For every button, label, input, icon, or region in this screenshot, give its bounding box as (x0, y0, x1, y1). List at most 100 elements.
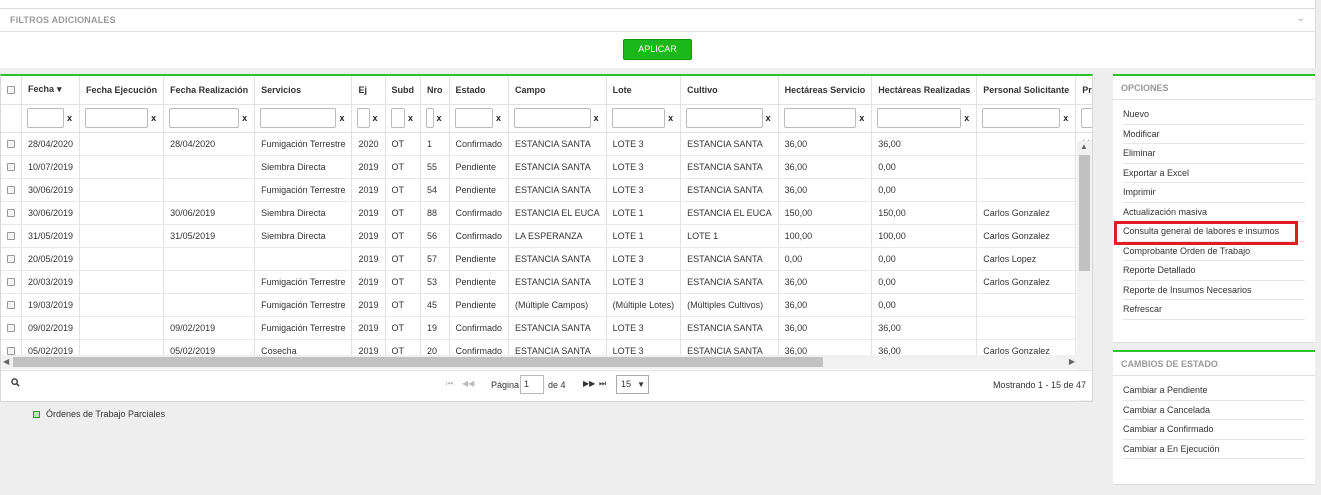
option-item[interactable]: Eliminar (1123, 144, 1305, 164)
scroll-left-icon[interactable]: ◀ (3, 357, 9, 366)
row-checkbox[interactable] (7, 301, 15, 310)
column-header[interactable]: Fecha Realización (163, 76, 256, 105)
column-filter-input[interactable] (686, 108, 763, 128)
clear-filter-icon[interactable]: x (591, 113, 599, 123)
clear-filter-icon[interactable]: x (64, 113, 72, 123)
vertical-scrollbar[interactable]: ▲ ▼ (1077, 141, 1092, 401)
clear-filter-icon[interactable]: x (1060, 113, 1068, 123)
scroll-right-icon[interactable]: ▶ (1069, 357, 1075, 366)
table-row[interactable]: 20/03/2019 Fumigación Terrestre 2019 OT 53 Pe… (1, 270, 1092, 294)
column-header[interactable]: Hectáreas Servicio (778, 76, 873, 105)
table-row[interactable]: 31/05/2019 31/05/2019 Siembra Directa 2019 O… (1, 224, 1092, 248)
option-item[interactable]: Nuevo (1123, 105, 1305, 125)
row-checkbox[interactable] (7, 255, 15, 264)
row-checkbox[interactable] (7, 324, 15, 333)
row-select-cell (1, 293, 22, 317)
clear-filter-icon[interactable]: x (405, 113, 413, 123)
clear-filter-icon[interactable]: x (961, 113, 969, 123)
column-header[interactable]: Prioridad (1075, 76, 1092, 105)
column-header[interactable]: Hectáreas Realizadas (871, 76, 978, 105)
page-size-select[interactable]: 15 ▼ (616, 375, 649, 394)
clear-filter-icon[interactable]: x (493, 113, 501, 123)
last-page-icon[interactable]: ⏭ (599, 379, 606, 389)
column-filter-input[interactable] (260, 108, 337, 128)
clear-filter-icon[interactable]: x (370, 113, 378, 123)
status-change-item[interactable]: Cambiar a Pendiente (1123, 381, 1305, 401)
column-filter-input[interactable] (611, 108, 666, 128)
page-input[interactable]: 1 (520, 375, 544, 394)
column-filter-input[interactable] (1081, 108, 1092, 128)
column-header[interactable]: Cultivo (680, 76, 779, 105)
table-row[interactable]: 30/06/2019 30/06/2019 Siembra Directa 2019 O… (1, 201, 1092, 225)
chevron-down-icon[interactable]: ⌄ (1297, 13, 1305, 24)
column-header[interactable]: Servicios (254, 76, 353, 105)
column-filter-input[interactable] (514, 108, 591, 128)
table-row[interactable]: 28/04/2020 28/04/2020 Fumigación Terrestre… (1, 132, 1092, 156)
clear-filter-icon[interactable]: x (148, 113, 156, 123)
additional-filters-header[interactable]: FILTROS ADICIONALES ⌄ (0, 9, 1315, 32)
column-filter-input[interactable] (85, 108, 149, 128)
row-checkbox[interactable] (7, 186, 15, 195)
next-page-icon[interactable]: ▶▶ (583, 379, 595, 388)
column-filter-input[interactable] (426, 108, 434, 128)
table-row[interactable]: 20/05/2019 2019 OT 57 Pendiente ESTANCIA SANT… (1, 247, 1092, 271)
column-header[interactable]: Campo (508, 76, 607, 105)
legend: Órdenes de Trabajo Parciales (33, 409, 165, 419)
clear-filter-icon[interactable]: x (856, 113, 864, 123)
status-change-item[interactable]: Cambiar a En Ejecución (1123, 440, 1305, 459)
select-all-header[interactable] (1, 76, 22, 105)
first-page-icon[interactable]: ⏮ (446, 379, 453, 389)
row-checkbox[interactable] (7, 232, 15, 241)
column-header[interactable]: Nro (420, 76, 450, 105)
clear-filter-icon[interactable]: x (665, 113, 673, 123)
select-all-checkbox[interactable] (7, 86, 15, 95)
column-header[interactable]: Ej (351, 76, 386, 105)
sort-icon[interactable]: ▾ (57, 84, 62, 94)
prev-page-icon[interactable]: ◀◀ (462, 379, 474, 388)
vertical-scroll-thumb[interactable] (1079, 155, 1090, 271)
row-checkbox[interactable] (7, 278, 15, 287)
option-item[interactable]: Refrescar (1123, 300, 1305, 320)
row-checkbox[interactable] (7, 347, 15, 356)
status-change-item[interactable]: Cambiar a Cancelada (1123, 401, 1305, 420)
clear-filter-icon[interactable]: x (336, 113, 344, 123)
column-header[interactable]: Subd (385, 76, 422, 105)
table-row[interactable]: 10/07/2019 Siembra Directa 2019 OT 55 Pendien… (1, 155, 1092, 179)
option-item[interactable]: Modificar (1123, 125, 1305, 144)
column-filter-input[interactable] (982, 108, 1061, 128)
row-checkbox[interactable] (7, 209, 15, 218)
column-filter-input[interactable] (27, 108, 65, 128)
horizontal-scrollbar[interactable]: ◀ ▶ (1, 355, 1077, 369)
table-row[interactable]: 30/06/2019 Fumigación Terrestre 2019 OT 54 Pe… (1, 178, 1092, 202)
table-row[interactable]: 09/02/2019 09/02/2019 Fumigación Terrestre… (1, 316, 1092, 340)
clear-filter-icon[interactable]: x (763, 113, 771, 123)
search-icon[interactable] (11, 378, 20, 390)
row-checkbox[interactable] (7, 140, 15, 149)
option-item[interactable]: Reporte de Insumos Necesarios (1123, 281, 1305, 300)
status-change-item[interactable]: Cambiar a Confirmado (1123, 420, 1305, 440)
column-filter-input[interactable] (390, 108, 406, 128)
option-item[interactable]: Exportar a Excel (1123, 164, 1305, 183)
column-filter-input[interactable] (783, 108, 857, 128)
column-filter-input[interactable] (877, 108, 962, 128)
column-header[interactable]: Fecha Ejecución (79, 76, 165, 105)
column-filter-input[interactable] (454, 108, 494, 128)
column-header[interactable]: Personal Solicitante (976, 76, 1077, 105)
option-item[interactable]: Imprimir (1123, 183, 1305, 203)
apply-button[interactable]: APLICAR (623, 39, 692, 60)
row-checkbox[interactable] (7, 163, 15, 172)
column-filter-input[interactable] (169, 108, 240, 128)
column-header[interactable]: Estado (449, 76, 510, 105)
option-item[interactable]: Reporte Detallado (1123, 261, 1305, 281)
table-cell: ESTANCIA SANTA (508, 270, 607, 294)
scroll-up-icon[interactable]: ▲ (1080, 142, 1088, 151)
table-row[interactable]: 19/03/2019 Fumigación Terrestre 2019 OT 45 Pe… (1, 293, 1092, 317)
clear-filter-icon[interactable]: x (239, 113, 247, 123)
clear-filter-icon[interactable]: x (434, 113, 442, 123)
column-filter-input[interactable] (357, 108, 370, 128)
column-header[interactable]: Lote (606, 76, 682, 105)
horizontal-scroll-thumb[interactable] (13, 357, 823, 367)
table-cell: 19 (420, 316, 450, 340)
column-header[interactable]: Fecha ▾ (21, 76, 81, 105)
option-item[interactable]: Actualización masiva (1123, 203, 1305, 222)
